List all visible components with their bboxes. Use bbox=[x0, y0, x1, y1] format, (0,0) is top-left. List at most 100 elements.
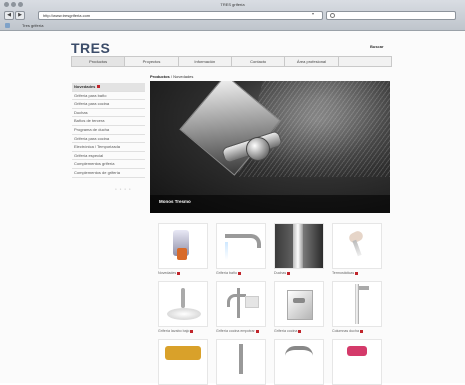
product-card[interactable] bbox=[274, 339, 324, 385]
basin-image bbox=[167, 308, 201, 320]
web-page: TRES Buscar Productos Proyectos Informac… bbox=[0, 31, 465, 385]
product-image bbox=[347, 346, 367, 356]
product-image bbox=[225, 234, 261, 248]
product-card[interactable] bbox=[158, 339, 208, 385]
product-thumbnail bbox=[332, 223, 382, 269]
sidebar-item[interactable]: Complementos grifería bbox=[72, 160, 145, 169]
sidebar-item[interactable]: Grifería para baño bbox=[72, 92, 145, 101]
product-thumbnail bbox=[158, 339, 208, 385]
product-thumbnail bbox=[216, 339, 266, 385]
product-thumbnail bbox=[332, 339, 382, 385]
sidebar-item-novedades[interactable]: Novedades bbox=[72, 83, 145, 92]
back-button[interactable]: ◀ bbox=[4, 11, 14, 20]
hero-pager[interactable]: ● ● ● ● bbox=[115, 187, 132, 191]
sidebar-item[interactable]: Programa de ducha bbox=[72, 126, 145, 135]
product-lever-image bbox=[293, 298, 305, 303]
product-image bbox=[355, 284, 359, 324]
product-card[interactable] bbox=[332, 339, 382, 385]
new-badge-icon bbox=[237, 271, 241, 275]
product-card[interactable]: Grifería cocina empotrar bbox=[216, 281, 266, 334]
site-logo[interactable]: TRES bbox=[71, 40, 110, 56]
product-card[interactable]: Duchas bbox=[274, 223, 324, 276]
product-thumbnail bbox=[274, 223, 324, 269]
product-image bbox=[287, 290, 313, 320]
nav-tab-productos[interactable]: Productos bbox=[72, 57, 126, 66]
sidebar-item[interactable]: Complementos de grifería bbox=[72, 169, 145, 178]
product-label: Grifería cocina empotrar bbox=[216, 329, 266, 334]
hero-banner[interactable]: Monos Tresmo bbox=[150, 81, 390, 213]
product-label: Grifería baño bbox=[216, 271, 266, 276]
product-image bbox=[181, 288, 185, 308]
product-label: Novedades bbox=[158, 271, 208, 276]
breadcrumb: Productos / Novedades bbox=[150, 74, 193, 79]
product-card[interactable]: Grifería baño bbox=[216, 223, 266, 276]
site-search-link[interactable]: Buscar bbox=[370, 44, 384, 49]
go-arrow-icon[interactable]: ▾ bbox=[312, 11, 314, 16]
shower-head-image bbox=[359, 286, 369, 290]
hero-caption-bar bbox=[150, 195, 390, 213]
nav-tab-informacion[interactable]: Información bbox=[179, 57, 232, 66]
address-text: http://www.tresgriferia.com bbox=[43, 13, 91, 18]
product-image-handle bbox=[352, 239, 362, 257]
product-card[interactable]: Novedades bbox=[158, 223, 208, 276]
nav-tab-area-profesional[interactable]: Área profesional bbox=[285, 57, 339, 66]
window-title: TRES grifería bbox=[220, 2, 245, 7]
new-badge-icon bbox=[190, 329, 194, 333]
sidebar-item[interactable]: Electrónica / Temporizada bbox=[72, 143, 145, 152]
nav-tab-proyectos[interactable]: Proyectos bbox=[125, 57, 179, 66]
new-badge-icon bbox=[177, 271, 181, 275]
address-bar[interactable]: http://www.tresgriferia.com bbox=[38, 11, 323, 20]
browser-chrome: TRES grifería ◀ ▶ http://www.tresgriferi… bbox=[0, 0, 465, 31]
breadcrumb-section[interactable]: Productos bbox=[150, 74, 170, 79]
product-label: Columnas ducha bbox=[332, 329, 382, 334]
product-thumbnail bbox=[216, 223, 266, 269]
hero-title: Monos Tresmo bbox=[159, 199, 191, 204]
product-image bbox=[239, 344, 243, 374]
main-navigation: Productos Proyectos Información Contacto… bbox=[71, 56, 392, 67]
product-image bbox=[293, 224, 303, 268]
breadcrumb-current: Novedades bbox=[173, 74, 194, 79]
product-thumbnail bbox=[274, 339, 324, 385]
new-badge-icon bbox=[355, 271, 359, 275]
browser-search-input[interactable] bbox=[326, 11, 456, 20]
product-card[interactable]: Grifería lavabo bajo bbox=[158, 281, 208, 334]
faucet-knob-image bbox=[246, 137, 270, 161]
product-card[interactable] bbox=[216, 339, 266, 385]
sidebar-item[interactable]: Grifería especial bbox=[72, 152, 145, 161]
nav-tab-extra[interactable] bbox=[339, 57, 391, 66]
new-badge-icon bbox=[97, 85, 101, 89]
bookmark-icon[interactable] bbox=[5, 23, 10, 28]
product-thumbnail bbox=[274, 281, 324, 327]
navigation-toolbar: ◀ ▶ http://www.tresgriferia.com ▾ bbox=[0, 10, 465, 20]
product-thumbnail bbox=[158, 223, 208, 269]
new-badge-icon bbox=[359, 329, 363, 333]
product-image bbox=[285, 346, 313, 364]
sidebar-item-label: Novedades bbox=[74, 84, 96, 89]
water-stream-image bbox=[225, 242, 228, 260]
product-thumbnail bbox=[158, 281, 208, 327]
nav-tab-contacto[interactable]: Contacto bbox=[232, 57, 286, 66]
category-sidebar: Novedades Grifería para baño Grifería pa… bbox=[72, 83, 145, 178]
product-label: Grifería lavabo bajo bbox=[158, 329, 208, 334]
title-bar: TRES grifería bbox=[0, 0, 465, 10]
product-thumbnail bbox=[332, 281, 382, 327]
product-card[interactable]: Grifería cocina bbox=[274, 281, 324, 334]
product-card[interactable]: Columnas ducha bbox=[332, 281, 382, 334]
new-badge-icon bbox=[287, 271, 291, 275]
bookmark-item[interactable]: Tres grifería bbox=[22, 23, 43, 28]
product-label: Grifería cocina bbox=[274, 329, 324, 334]
sidebar-item[interactable]: Grifería para cocina bbox=[72, 100, 145, 109]
sidebar-item[interactable]: Duchas bbox=[72, 109, 145, 118]
sidebar-item[interactable]: Baños de tercera bbox=[72, 117, 145, 126]
product-card[interactable]: Termostáticas bbox=[332, 223, 382, 276]
sidebar-item[interactable]: Grifería para cocina bbox=[72, 135, 145, 144]
product-image-accent bbox=[177, 248, 187, 260]
product-label: Termostáticas bbox=[332, 271, 382, 276]
product-image bbox=[165, 346, 201, 360]
forward-button[interactable]: ▶ bbox=[15, 11, 25, 20]
product-label: Duchas bbox=[274, 271, 324, 276]
product-grid: Novedades Grifería baño Duchas Termostát… bbox=[150, 223, 390, 385]
bookmarks-bar: Tres grifería bbox=[0, 21, 465, 30]
product-spout-image bbox=[227, 294, 246, 307]
new-badge-icon bbox=[255, 329, 259, 333]
